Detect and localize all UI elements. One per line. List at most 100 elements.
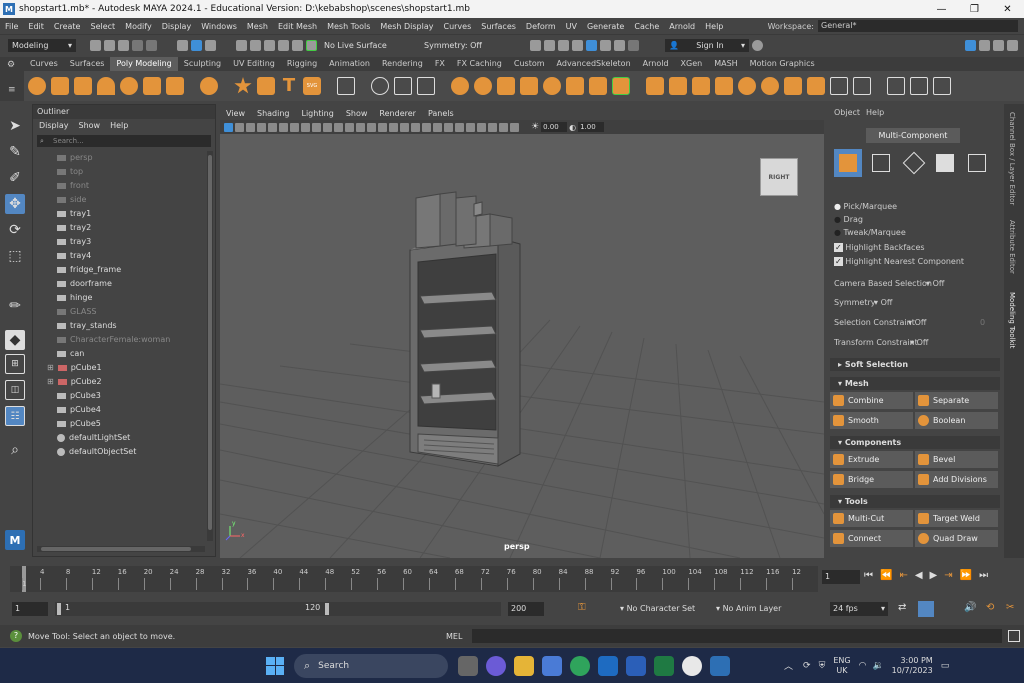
step-forward-key-icon[interactable]: ⏩: [960, 570, 972, 581]
gate-mask-icon[interactable]: [323, 122, 332, 132]
snap-point-icon[interactable]: [264, 40, 275, 51]
target-weld-shelf-icon[interactable]: [738, 77, 756, 95]
menu-cache[interactable]: Cache: [629, 22, 664, 31]
outliner-menu-display[interactable]: Display: [39, 119, 69, 133]
sign-in-dropdown[interactable]: 👤 Sign In ▾: [665, 39, 749, 52]
scrollbar-thumb[interactable]: [41, 547, 191, 551]
snap-curve-icon[interactable]: [250, 40, 261, 51]
poly-cylinder-icon[interactable]: [74, 77, 92, 95]
shelf-tab-advancedskeleton[interactable]: AdvancedSkeleton: [551, 57, 637, 71]
live-surface-label[interactable]: No Live Surface: [320, 41, 410, 50]
shelf-tab-rigging[interactable]: Rigging: [281, 57, 323, 71]
shadows-icon[interactable]: [422, 122, 431, 132]
gamma-icon[interactable]: ◐: [569, 123, 576, 132]
clock[interactable]: 3:00 PM 10/7/2023: [892, 656, 933, 676]
outliner-search-input[interactable]: ⌕ Search...: [37, 135, 211, 147]
components-section[interactable]: ▾ Components: [830, 436, 1000, 449]
tray-shield-icon[interactable]: ⛨: [819, 661, 826, 671]
snap-pivot-icon[interactable]: [306, 40, 317, 51]
multi-component-button[interactable]: Multi-Component: [866, 128, 960, 143]
toolkit-menu-object[interactable]: Object: [834, 108, 860, 117]
tray-sync-icon[interactable]: ⟳: [803, 661, 811, 671]
minimize-icon[interactable]: —: [925, 4, 958, 15]
shelf-tab-mash[interactable]: MASH: [708, 57, 743, 71]
collapse-icon[interactable]: [807, 77, 825, 95]
move-tool-icon[interactable]: ✥: [5, 194, 25, 214]
prev-key-icon[interactable]: ⇤: [899, 570, 907, 581]
language-indicator[interactable]: ENG UK: [833, 656, 850, 676]
shelf-tab-uv-editing[interactable]: UV Editing: [227, 57, 281, 71]
shelf-tab-curves[interactable]: Curves: [24, 57, 64, 71]
shelf-tab-fx-caching[interactable]: FX Caching: [451, 57, 508, 71]
anim-layer-dropdown[interactable]: ▾ No Anim Layer: [716, 602, 806, 616]
menu-modify[interactable]: Modify: [120, 22, 157, 31]
shelf-tab-animation[interactable]: Animation: [323, 57, 376, 71]
shelf-tab-motion-graphics[interactable]: Motion Graphics: [744, 57, 821, 71]
xray-icon[interactable]: [488, 122, 497, 132]
time-ruler[interactable]: 1 4 8 12 16 20 24 28 32 36 40 44 48 52 56 60 64 68 72 76 80 8…: [10, 566, 818, 592]
menu-mesh-display[interactable]: Mesh Display: [375, 22, 438, 31]
anti-aliasing-icon[interactable]: [455, 122, 464, 132]
word-icon[interactable]: [626, 655, 646, 676]
textured-icon[interactable]: [400, 122, 409, 132]
menu-surfaces[interactable]: Surfaces: [476, 22, 521, 31]
last-tool-icon[interactable]: ✏: [5, 296, 25, 316]
selection-constraint-dropdown[interactable]: ▾ Off: [908, 318, 926, 327]
notifications-icon[interactable]: ▭: [941, 661, 950, 671]
add-divisions-shelf-icon[interactable]: [612, 77, 630, 95]
bevel-button[interactable]: Bevel: [915, 451, 998, 468]
outliner-item-can[interactable]: can: [57, 347, 84, 361]
outliner-layout-icon[interactable]: ☷: [5, 406, 25, 426]
tool-settings-toggle-icon[interactable]: [993, 40, 1004, 51]
tab-attribute-editor[interactable]: Attribute Editor: [1008, 220, 1016, 274]
menu-windows[interactable]: Windows: [196, 22, 242, 31]
poly-type-icon[interactable]: T: [280, 77, 298, 95]
grease-pencil-icon[interactable]: [279, 122, 288, 132]
store-icon[interactable]: [542, 655, 562, 676]
sculpt-brush-icon[interactable]: [887, 77, 905, 95]
motion-blur-icon[interactable]: [444, 122, 453, 132]
range-start-field[interactable]: 1: [12, 602, 48, 616]
rotate-tool-icon[interactable]: ⟳: [5, 220, 25, 240]
outliner-item-tray4[interactable]: tray4: [57, 249, 91, 263]
four-pane-layout-icon[interactable]: ⊞: [5, 354, 25, 374]
face-mode-icon[interactable]: [936, 154, 954, 172]
render-frame-icon[interactable]: [544, 40, 555, 51]
search-help-icon[interactable]: [752, 40, 763, 51]
sweep-mesh-icon[interactable]: [337, 77, 355, 95]
radio-drag[interactable]: ● Drag: [834, 215, 863, 224]
menu-uv[interactable]: UV: [561, 22, 582, 31]
create-poly-icon[interactable]: [394, 77, 412, 95]
film-gate-icon[interactable]: [301, 122, 310, 132]
poly-cube-icon[interactable]: [51, 77, 69, 95]
object-mode-button[interactable]: [834, 149, 862, 177]
menu-help[interactable]: Help: [700, 22, 728, 31]
webex-icon[interactable]: [682, 655, 702, 676]
outliner-item-pcube3[interactable]: pCube3: [57, 389, 101, 403]
viewport-persp[interactable]: RIGHT y x persp: [220, 134, 824, 558]
shelf-tab-fx[interactable]: FX: [429, 57, 451, 71]
toolkit-menu-help[interactable]: Help: [866, 108, 884, 117]
viewport-menu-view[interactable]: View: [220, 109, 251, 118]
shelf-gear-icon[interactable]: ⚙: [7, 60, 15, 70]
pause-icon[interactable]: [628, 40, 639, 51]
vertex-mode-icon[interactable]: [872, 154, 890, 172]
outliner-item-tray1[interactable]: tray1: [57, 207, 91, 221]
smooth-button[interactable]: Smooth: [830, 412, 913, 429]
sound-icon[interactable]: 🔊: [964, 602, 976, 613]
wifi-icon[interactable]: ◠: [859, 661, 867, 671]
new-scene-icon[interactable]: [90, 40, 101, 51]
camera-attributes-icon[interactable]: [235, 122, 244, 132]
next-key-icon[interactable]: ⇥: [944, 570, 952, 581]
tab-modeling-toolkit[interactable]: Modeling Toolkit: [1008, 292, 1016, 348]
combine-shelf-icon[interactable]: [520, 77, 538, 95]
checkbox-highlight-backfaces[interactable]: ✓ Highlight Backfaces: [834, 243, 925, 252]
select-component-icon[interactable]: [205, 40, 216, 51]
two-pane-layout-icon[interactable]: ◫: [5, 380, 25, 400]
tray-chevron-icon[interactable]: ︿: [784, 659, 793, 672]
view-cube[interactable]: RIGHT: [760, 158, 798, 196]
lattice-icon[interactable]: [910, 77, 928, 95]
paint-select-tool-icon[interactable]: ✐: [5, 168, 25, 188]
play-backwards-icon[interactable]: ◀: [915, 570, 923, 581]
shelf-tab-custom[interactable]: Custom: [508, 57, 551, 71]
